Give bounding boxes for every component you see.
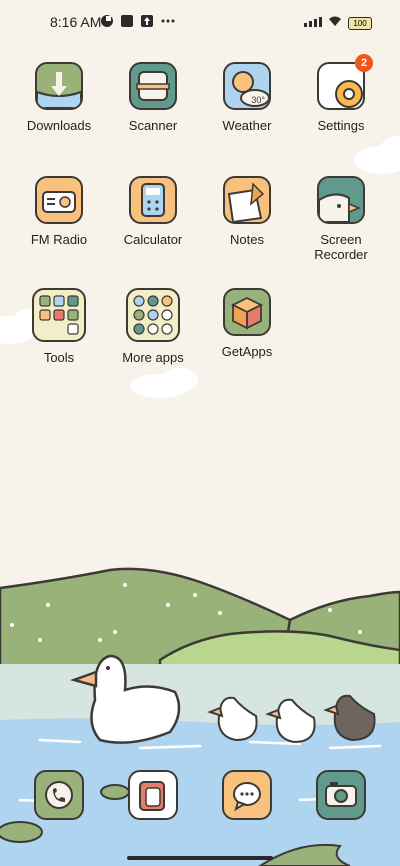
app-label: Settings [317,118,365,133]
camera-icon [318,782,364,818]
folder-icon [32,288,86,342]
app-fm-radio[interactable]: FM Radio [12,176,106,247]
app-label: FM Radio [30,232,88,247]
app-getapps[interactable]: GetApps [200,288,294,359]
signal-icon [304,14,322,32]
messages-icon [224,782,270,818]
app-label: Screen Recorder [314,232,368,262]
app-label: Downloads [26,118,92,133]
app-label: Notes [230,232,264,247]
app-settings[interactable]: 2 Settings [294,54,388,133]
app-label: Calculator [123,232,183,247]
app-label: Scanner [128,118,178,133]
app-weather[interactable]: 30° Weather [200,62,294,133]
battery-level: 100 [353,18,367,28]
downloads-icon [35,62,83,110]
status-time: 8:16 AM [50,14,102,30]
more-notifications-icon [160,14,175,28]
weather-temperature: 30° [251,95,265,105]
battery-icon: 100 [348,16,372,30]
app-label: Weather [222,118,272,133]
dock-contacts[interactable] [128,770,178,820]
folder-tools[interactable]: Tools [12,288,106,365]
notes-icon [223,176,271,224]
app-calculator[interactable]: Calculator [106,176,200,247]
getapps-icon [223,288,271,336]
duckling [207,694,376,744]
folder-label: Tools [43,350,75,365]
dock-messages[interactable] [222,770,272,820]
dock-phone[interactable] [34,770,84,820]
status-bar: 8:16 AM 100 [0,0,400,44]
app-downloads[interactable]: Downloads [12,62,106,133]
folder-icon [126,288,180,342]
screen-recorder-icon [317,176,365,224]
dock-camera[interactable] [316,770,366,820]
app-screen-recorder[interactable]: Screen Recorder [294,176,388,262]
contacts-icon [130,781,176,818]
folder-more-apps[interactable]: More apps [106,288,200,365]
app-label: GetApps [221,344,273,359]
notification-app-icon [100,14,114,28]
phone-icon [36,781,82,818]
folder-label: More apps [122,350,184,365]
notification-upload-icon [140,14,154,28]
gesture-nav-bar[interactable] [127,856,273,860]
notification-app-icon [120,14,134,28]
weather-icon: 30° [223,62,271,110]
wifi-icon [328,14,342,32]
calculator-icon [129,176,177,224]
scanner-icon [129,62,177,110]
app-scanner[interactable]: Scanner [106,62,200,133]
radio-icon [35,176,83,224]
notification-badge: 2 [355,54,373,72]
app-notes[interactable]: Notes [200,176,294,247]
